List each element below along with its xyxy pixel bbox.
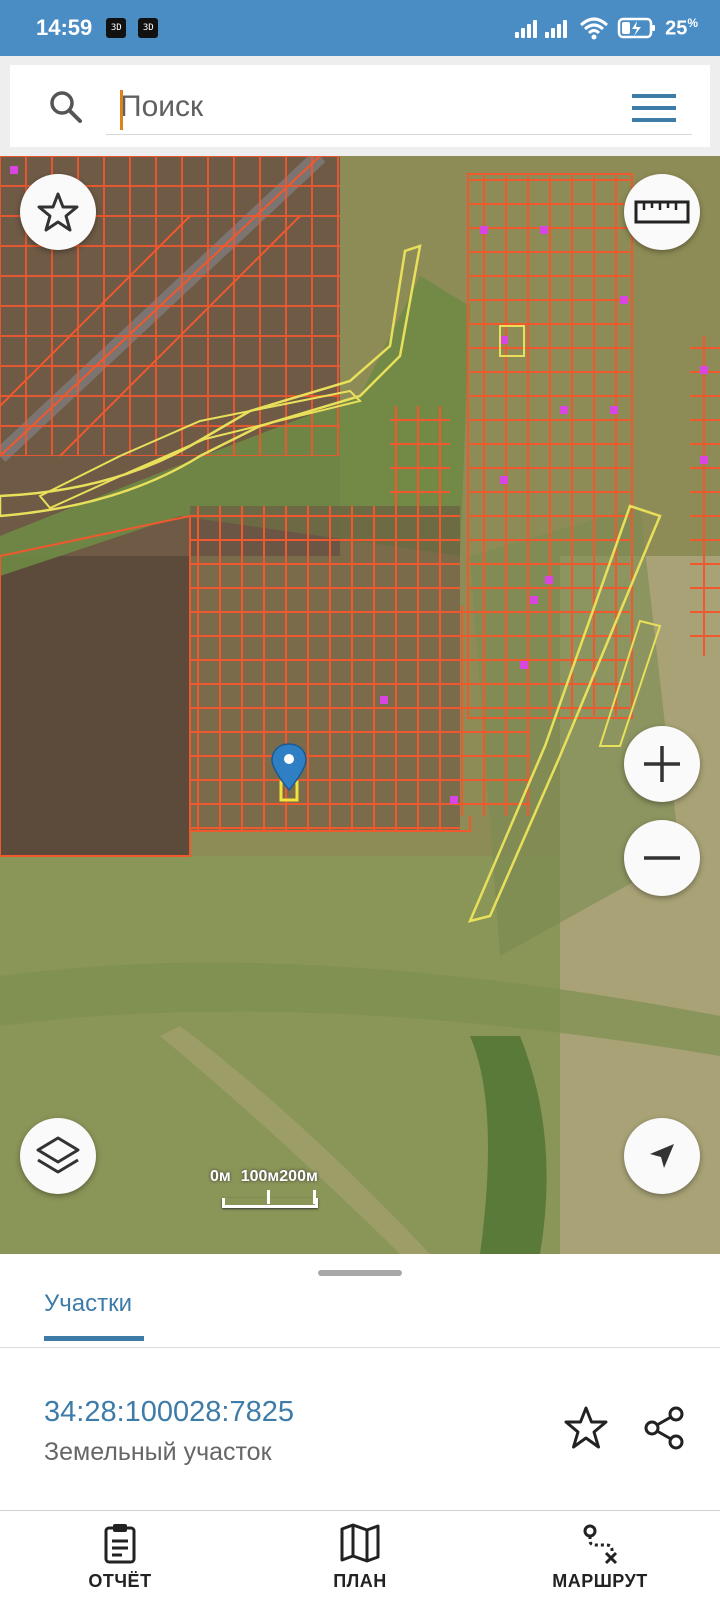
minus-icon bbox=[644, 856, 680, 860]
scale-label-200: 200м bbox=[279, 1168, 318, 1185]
bottom-navigation: ОТЧЁТ ПЛАН МАРШРУТ bbox=[0, 1510, 720, 1600]
ruler-icon bbox=[634, 200, 690, 224]
nav-plan-label: ПЛАН bbox=[333, 1571, 387, 1591]
layers-icon bbox=[36, 1136, 80, 1174]
search-icon[interactable] bbox=[48, 89, 84, 125]
favorite-button[interactable] bbox=[20, 174, 96, 250]
zoom-out-button[interactable] bbox=[624, 820, 700, 896]
signal-icon bbox=[515, 18, 538, 38]
sheet-drag-handle[interactable] bbox=[318, 1270, 402, 1276]
divider bbox=[0, 1347, 720, 1348]
nav-plan-button[interactable]: ПЛАН bbox=[280, 1521, 440, 1592]
nav-route-button[interactable]: МАРШРУТ bbox=[520, 1521, 680, 1592]
status-bar: 14:59 3D 3D 25% bbox=[0, 0, 720, 56]
route-icon bbox=[583, 1524, 618, 1565]
signal-icon-2 bbox=[545, 18, 568, 38]
map-scale: 0м 100м 200м bbox=[210, 1168, 370, 1218]
search-card bbox=[10, 65, 710, 147]
plus-icon bbox=[644, 746, 680, 782]
tab-parcels[interactable]: Участки bbox=[44, 1290, 132, 1318]
status-badge-3d: 3D bbox=[106, 18, 127, 38]
layers-button[interactable] bbox=[20, 1118, 96, 1194]
nav-route-label: МАРШРУТ bbox=[552, 1571, 648, 1591]
locate-button[interactable] bbox=[624, 1118, 700, 1194]
navigation-arrow-icon bbox=[650, 1144, 674, 1168]
nav-report-label: ОТЧЁТ bbox=[88, 1571, 152, 1591]
scale-label-100: 100м bbox=[240, 1168, 280, 1185]
search-area bbox=[0, 56, 720, 156]
status-badge-3d-2: 3D bbox=[138, 18, 159, 38]
parcel-type: Земельный участок bbox=[44, 1438, 272, 1466]
menu-icon[interactable] bbox=[632, 93, 676, 123]
battery-icon bbox=[617, 17, 656, 39]
text-caret bbox=[120, 90, 123, 130]
battery-level: 25% bbox=[665, 15, 698, 40]
star-icon[interactable] bbox=[562, 1404, 610, 1452]
zoom-in-button[interactable] bbox=[624, 726, 700, 802]
scale-label-0: 0м bbox=[210, 1168, 231, 1185]
report-clipboard-icon bbox=[104, 1524, 136, 1564]
star-icon bbox=[37, 192, 79, 232]
parcel-cadastral-number[interactable]: 34:28:100028:7825 bbox=[44, 1396, 294, 1429]
status-indicators: 25% bbox=[515, 16, 698, 41]
tab-indicator bbox=[44, 1336, 144, 1341]
search-input[interactable] bbox=[106, 79, 692, 135]
scale-bar bbox=[222, 1190, 318, 1208]
map-view[interactable]: 0м 100м 200м bbox=[0, 156, 720, 1254]
map-plan-icon bbox=[340, 1523, 380, 1563]
share-icon[interactable] bbox=[640, 1404, 688, 1452]
ruler-button[interactable] bbox=[624, 174, 700, 250]
satellite-map[interactable] bbox=[0, 156, 720, 1254]
nav-report-button[interactable]: ОТЧЁТ bbox=[40, 1521, 200, 1592]
wifi-icon bbox=[580, 17, 609, 40]
status-time: 14:59 bbox=[36, 15, 93, 40]
bottom-sheet: Участки 34:28:100028:7825 Земельный учас… bbox=[0, 1254, 720, 1510]
